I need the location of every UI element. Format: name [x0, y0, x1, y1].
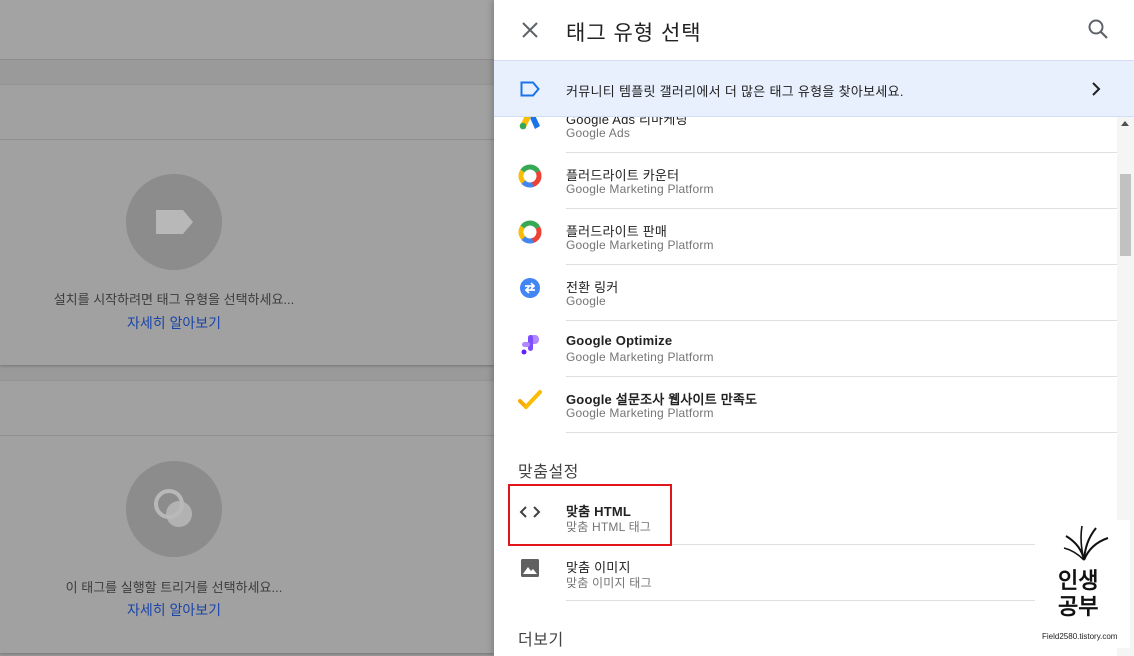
trigger-placeholder[interactable]: [126, 461, 222, 557]
learn-more-link[interactable]: 자세히 알아보기: [0, 600, 348, 620]
list-item-google-ads-remarketing[interactable]: Google Ads 리마케팅 Google Ads: [494, 117, 1117, 153]
watermark-line1: 인생: [1058, 568, 1099, 593]
grass-icon: [1063, 525, 1109, 561]
panel-header: 태그 유형 선택: [494, 0, 1134, 60]
section-header-more: 더보기: [518, 632, 564, 649]
divider: [566, 600, 1035, 601]
conversion-linker-icon: [518, 276, 542, 300]
list-item-floodlight-sales[interactable]: 플러드라이트 판매 Google Marketing Platform: [494, 209, 1117, 265]
community-gallery-banner[interactable]: 커뮤니티 템플릿 갤러리에서 더 많은 태그 유형을 찾아보세요.: [494, 60, 1134, 117]
card-message: 설치를 시작하려면 태그 유형을 선택하세요...: [53, 292, 295, 307]
card-header: [0, 85, 494, 140]
highlight-box: [508, 484, 672, 546]
floodlight-icon: [518, 164, 542, 188]
scroll-up-arrow-icon[interactable]: [1121, 121, 1129, 126]
close-icon[interactable]: [520, 20, 540, 40]
item-subtitle: Google Marketing Platform: [566, 350, 714, 364]
trigger-config-card: 이 태그를 실행할 트리거를 선택하세요... 자세히 알아보기: [0, 381, 494, 653]
watermark-site: Field2580.tistory.com: [1042, 632, 1118, 641]
watermark: 인생 공부 Field2580.tistory.com: [1036, 520, 1130, 648]
chevron-right-icon: [1092, 82, 1101, 96]
search-icon[interactable]: [1087, 18, 1109, 40]
image-icon: [518, 556, 542, 580]
tag-type-list: Google Ads 리마케팅 Google Ads 플러드라이트 카운터 Go…: [494, 117, 1117, 656]
list-item-custom-image[interactable]: 맞춤 이미지 맞춤 이미지 태그: [494, 545, 1035, 601]
item-subtitle: 맞춤 이미지 태그: [566, 576, 652, 590]
card-message: 이 태그를 실행할 트리거를 선택하세요...: [65, 580, 283, 595]
watermark-line2: 공부: [1058, 594, 1099, 619]
background-overlay[interactable]: 설치를 시작하려면 태그 유형을 선택하세요... 자세히 알아보기 이 태그를…: [0, 0, 494, 656]
list-item-floodlight-counter[interactable]: 플러드라이트 카운터 Google Marketing Platform: [494, 153, 1117, 209]
item-subtitle: Google Marketing Platform: [566, 238, 714, 252]
trigger-icon: [154, 489, 192, 527]
section-header-custom: 맞춤설정: [518, 464, 579, 481]
google-surveys-icon: [518, 388, 542, 412]
learn-more-link[interactable]: 자세히 알아보기: [0, 313, 348, 333]
tag-outline-icon: [520, 81, 540, 97]
item-subtitle: Google Marketing Platform: [566, 406, 714, 420]
scrollbar-thumb[interactable]: [1120, 174, 1131, 256]
google-optimize-icon: [518, 332, 542, 356]
tag-type-placeholder[interactable]: [126, 174, 222, 270]
item-subtitle: Google: [566, 294, 606, 308]
background-header: [0, 0, 494, 60]
panel-title: 태그 유형 선택: [566, 22, 702, 45]
divider: [566, 432, 1117, 433]
floodlight-icon: [518, 220, 542, 244]
google-ads-icon: [518, 117, 542, 132]
list-item-google-surveys[interactable]: Google 설문조사 웹사이트 만족도 Google Marketing Pl…: [494, 377, 1117, 433]
tag-config-card: 설치를 시작하려면 태그 유형을 선택하세요... 자세히 알아보기: [0, 85, 494, 365]
list-item-google-optimize[interactable]: Google Optimize Google Marketing Platfor…: [494, 321, 1117, 377]
tag-icon: [156, 210, 193, 234]
banner-text: 커뮤니티 템플릿 갤러리에서 더 많은 태그 유형을 찾아보세요.: [566, 84, 904, 99]
item-subtitle: Google Ads: [566, 126, 631, 140]
item-name: Google Optimize: [566, 333, 673, 348]
list-item-conversion-linker[interactable]: 전환 링커 Google: [494, 265, 1117, 321]
card-header: [0, 381, 494, 436]
item-subtitle: Google Marketing Platform: [566, 182, 714, 196]
